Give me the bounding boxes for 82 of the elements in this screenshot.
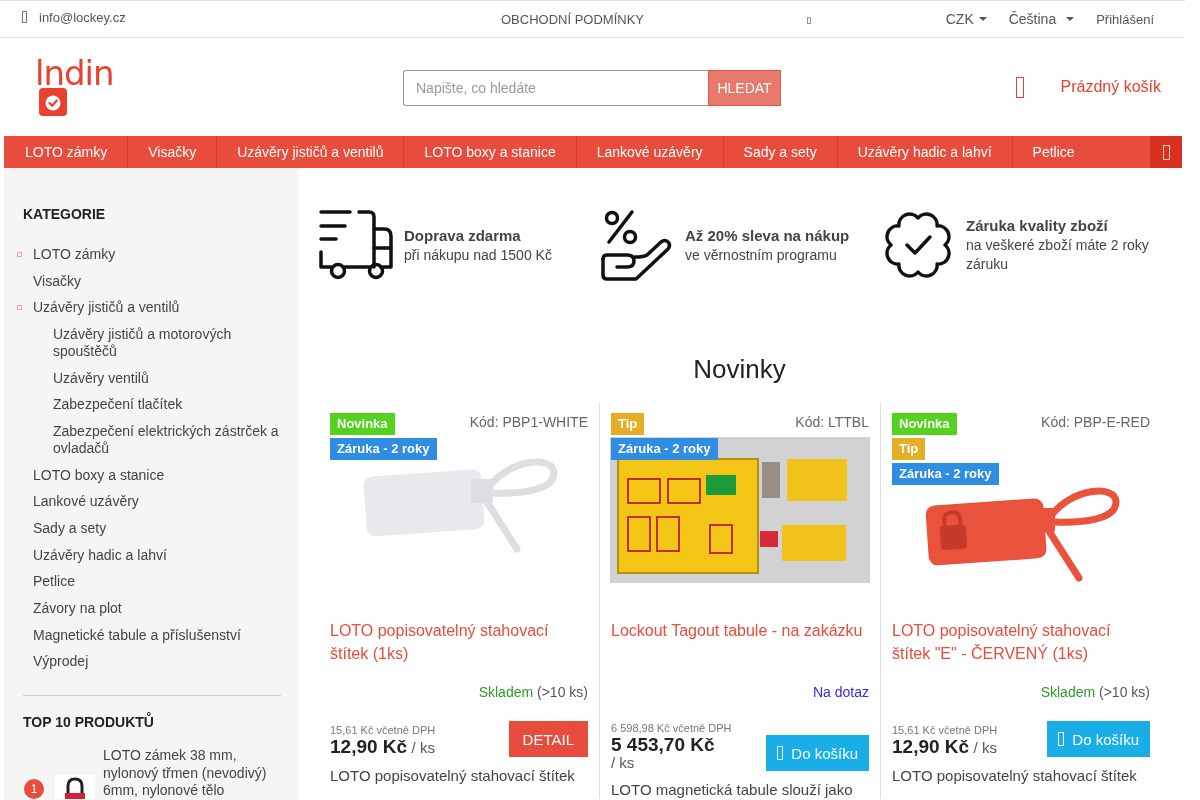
truck-icon: [318, 209, 394, 281]
product-code: Kód: LTTBL: [795, 414, 869, 430]
stock-status: Skladem: [1040, 684, 1096, 700]
stock-quantity: (>10 ks): [1099, 684, 1150, 700]
benefit-title: Doprava zdarma: [404, 225, 522, 246]
category-link[interactable]: Lankové uzávěry: [33, 493, 281, 511]
category-link[interactable]: Uzávěry jističů a ventilů: [33, 299, 281, 317]
price: 12,90 Kč: [892, 737, 970, 757]
product-code: Kód: PBP-E-RED: [1041, 414, 1150, 430]
product-description: LOTO popisovatelný stahovací štítek: [892, 767, 1138, 785]
benefit-text: na veškeré zboží máte 2 roky záruku: [966, 236, 1150, 274]
box-glyph-icon: [1162, 144, 1170, 160]
category-link[interactable]: Závory na plot: [33, 600, 281, 618]
category-link[interactable]: Výprodej: [33, 653, 281, 671]
product-badge: Novinka: [892, 413, 957, 435]
language-dropdown[interactable]: Čeština: [1008, 11, 1075, 27]
price-unit: / ks: [611, 755, 635, 771]
section-heading: Novinky: [692, 354, 787, 384]
sidebar-heading: TOP 10 PRODUKTŮ: [23, 714, 155, 731]
price-incl-vat: 6 598,98 Kč včetně DPH: [611, 721, 733, 735]
category-link[interactable]: Uzávěry jističů a motorových spouštěčů: [53, 325, 281, 360]
sidebar-heading: KATEGORIE: [23, 206, 107, 222]
category-link[interactable]: Uzávěry ventilů: [53, 369, 281, 387]
category-link[interactable]: Zabezpečení elektrických zástrček a ovladačů: [53, 422, 281, 457]
benefit-title: Záruka kvality zboží: [966, 216, 1109, 236]
stock-quantity: (>10 ks): [537, 684, 588, 700]
box-glyph-icon: [1058, 732, 1065, 746]
logo-link[interactable]: lndin: [35, 58, 114, 116]
stock-status: Skladem: [478, 684, 534, 700]
nav-link[interactable]: Lankové uzávěry: [575, 136, 723, 168]
nav-link[interactable]: LOTO boxy a stanice: [403, 136, 576, 168]
caret-icon: [1066, 17, 1075, 21]
benefit-text: ve věrnostním programu: [685, 245, 838, 265]
product-badge: Záruka - 2 roky: [611, 438, 718, 460]
product-badge: Tip: [892, 438, 926, 460]
box-glyph-icon: [1015, 76, 1024, 98]
product-description: LOTO popisovatelný stahovací štítek: [330, 767, 576, 785]
product-badge: Tip: [611, 413, 645, 435]
product-badge: Záruka - 2 roky: [892, 463, 999, 485]
login-link[interactable]: Přihlášení: [1096, 11, 1154, 27]
nav-link[interactable]: LOTO zámky: [4, 136, 128, 168]
category-link[interactable]: Zabezpečení tlačítek: [53, 396, 281, 414]
benefit-text: při nákupu nad 1500 Kč: [404, 245, 552, 265]
product-code: Kód: PBP1-WHITE: [469, 414, 588, 430]
stock-status: Na dotaz: [812, 684, 869, 700]
product-badge: Záruka - 2 roky: [330, 438, 437, 460]
price: 5 453,70 Kč: [611, 735, 715, 755]
box-glyph-icon: [22, 11, 27, 23]
category-link[interactable]: Visačky: [33, 272, 281, 290]
price-incl-vat: 15,61 Kč včetně DPH: [330, 723, 436, 737]
nav-link[interactable]: Uzávěry hadic a lahví: [836, 136, 1012, 168]
terms-link[interactable]: OBCHODNÍ PODMÍNKY: [501, 11, 644, 27]
rank-badge: 1: [24, 779, 44, 800]
nav-link[interactable]: Petlice: [1011, 136, 1095, 168]
top-product-link[interactable]: LOTO zámek 38 mm, nylonový třmen (nevodivý) 6mm, nylonové tělo: [103, 747, 279, 800]
benefit-title: Až 20% sleva na nákup: [685, 225, 850, 246]
box-glyph-icon: [777, 746, 784, 760]
product-title-link[interactable]: LOTO popisovatelný stahovací štítek (1ks): [330, 619, 588, 683]
price: 12,90 Kč: [330, 737, 408, 757]
product-title-link[interactable]: Lockout Tagout tabule - na zakázku: [611, 619, 869, 683]
category-link[interactable]: Magnetické tabule a příslušenství: [33, 626, 281, 644]
nav-menu-button[interactable]: [1150, 136, 1182, 168]
price-incl-vat: 15,61 Kč včetně DPH: [892, 723, 998, 737]
padlock-check-icon: [39, 88, 67, 116]
nav-link[interactable]: Sady a sety: [722, 136, 837, 168]
product-title-link[interactable]: LOTO popisovatelný stahovací štítek "E" - ČERVENÝ (1ks): [892, 619, 1150, 683]
price-unit: / ks: [973, 740, 997, 756]
category-link[interactable]: Uzávěry hadic a lahví: [33, 546, 281, 564]
detail-button[interactable]: DETAIL: [508, 721, 588, 757]
product-description: LOTO magnetická tabule slouží jako: [611, 781, 854, 799]
price-unit: / ks: [411, 740, 435, 756]
category-link[interactable]: LOTO boxy a stanice: [33, 466, 281, 484]
caret-icon: [978, 17, 987, 21]
product-badge: Novinka: [330, 413, 395, 435]
email-link[interactable]: info@lockey.cz: [22, 9, 126, 25]
category-link[interactable]: Petlice: [33, 573, 281, 591]
category-link[interactable]: LOTO zámky: [33, 245, 281, 263]
search-field[interactable]: Napište, co hledáte: [403, 70, 708, 106]
box-glyph-icon: [807, 16, 811, 24]
category-link[interactable]: Sady a sety: [33, 520, 281, 538]
currency-dropdown[interactable]: CZK: [945, 11, 987, 27]
cart-link[interactable]: Prázdný košík: [1015, 76, 1161, 98]
